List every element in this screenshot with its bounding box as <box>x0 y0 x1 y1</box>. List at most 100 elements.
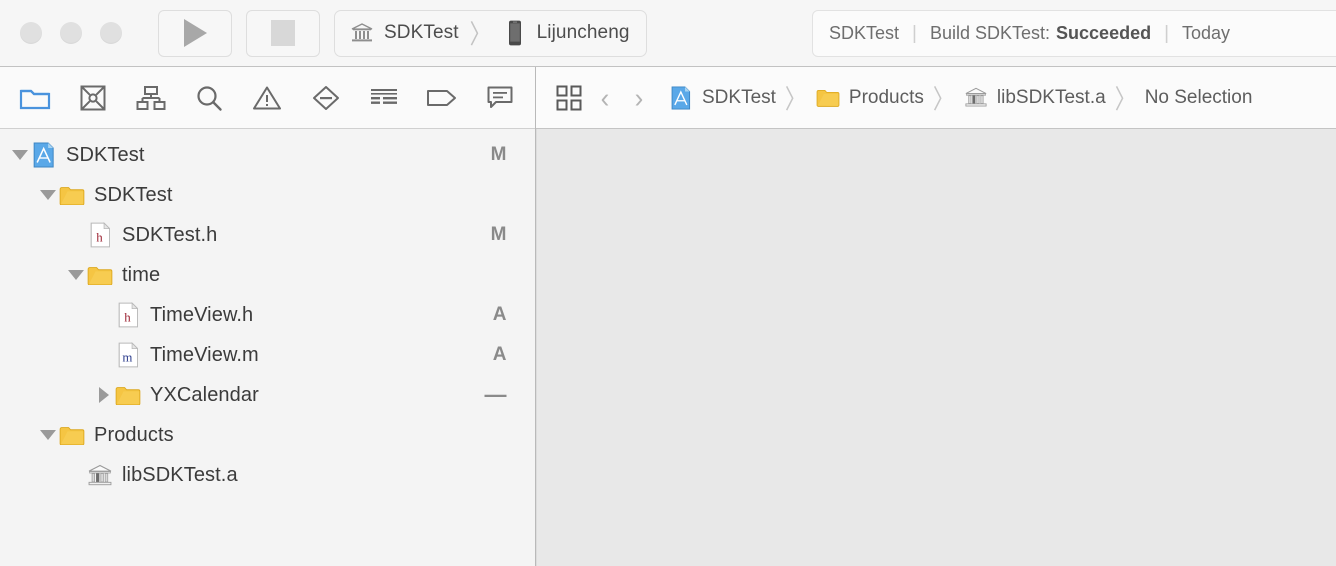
play-icon <box>183 19 207 47</box>
breadcrumb-item[interactable]: No Selection <box>1145 87 1253 109</box>
tree-row[interactable]: Products <box>0 415 535 455</box>
header-file-icon: h <box>86 221 114 249</box>
tree-row-label: SDKTest <box>94 183 173 206</box>
tree-row-label: TimeView.h <box>150 303 254 326</box>
run-stop-group <box>158 9 320 57</box>
disclosure-triangle-open-icon[interactable] <box>10 135 30 175</box>
minimize-button[interactable] <box>60 22 82 44</box>
disclosure-triangle-open-icon[interactable] <box>38 175 58 215</box>
iphone-device-icon <box>502 20 528 46</box>
run-button[interactable] <box>158 9 232 57</box>
tree-row[interactable]: m TimeView.m A <box>0 335 535 375</box>
tree-row-label: Products <box>94 423 174 446</box>
editor-panel: ‹ › SDKTest 〉 Products 〉 libSDKTest.a 〉 No Sel… <box>536 67 1336 566</box>
status-badge: A <box>492 344 507 365</box>
breadcrumb-label: SDKTest <box>702 86 776 108</box>
library-icon <box>963 85 989 111</box>
disclosure-triangle-closed-icon[interactable] <box>94 375 114 415</box>
status-divider-2: | <box>1164 22 1170 44</box>
tree-row-label: TimeView.m <box>150 343 259 366</box>
tree-row-label: time <box>122 263 161 286</box>
xcode-project-icon <box>30 141 58 169</box>
xcode-project-icon <box>668 85 694 111</box>
back-button[interactable]: ‹ <box>588 79 622 117</box>
forward-button[interactable]: › <box>622 79 656 117</box>
svg-text:h: h <box>124 310 131 324</box>
breadcrumb: SDKTest 〉 Products 〉 libSDKTest.a 〉 No Selecti… <box>668 83 1253 114</box>
tree-row[interactable]: SDKTest M <box>0 135 535 175</box>
folder-icon <box>86 261 114 289</box>
tree-row[interactable]: time <box>0 255 535 295</box>
zoom-button[interactable] <box>100 22 122 44</box>
status-badge: — <box>484 382 507 407</box>
scheme-selector[interactable]: SDKTest 〉 Lijuncheng <box>334 9 647 57</box>
folder-icon <box>114 381 142 409</box>
status-activity-prefix: Build SDKTest: <box>929 23 1051 43</box>
xcode-window: SDKTest 〉 Lijuncheng SDKTest | Build SDK… <box>0 0 1336 566</box>
sidebar-item-project-navigator[interactable] <box>15 78 55 118</box>
stop-button[interactable] <box>246 9 320 57</box>
status-timestamp: Today <box>1182 23 1231 43</box>
library-icon <box>86 461 114 489</box>
navigator-tab-bar <box>0 67 535 129</box>
sidebar-item-test-navigator[interactable] <box>306 78 346 118</box>
tree-row-label: SDKTest.h <box>122 223 218 246</box>
window-controls <box>0 22 122 44</box>
activity-status-bar[interactable]: SDKTest | Build SDKTest: Succeeded | Tod… <box>812 10 1336 57</box>
navigator-panel: SDKTest M SDKTest h SDKTest.h Mtime h TimeView.… <box>0 67 536 566</box>
sidebar-item-debug-navigator[interactable] <box>364 78 404 118</box>
window-toolbar: SDKTest 〉 Lijuncheng SDKTest | Build SDK… <box>0 0 1336 67</box>
tree-row[interactable]: h TimeView.h A <box>0 295 535 335</box>
status-badge: A <box>492 304 507 325</box>
svg-text:m: m <box>122 350 132 364</box>
sidebar-item-issue-navigator[interactable] <box>247 78 287 118</box>
breadcrumb-item[interactable]: Products <box>815 85 924 111</box>
chevron-left-icon: ‹ <box>600 81 610 114</box>
method-file-icon: m <box>114 341 142 369</box>
header-file-icon: h <box>114 301 142 329</box>
breadcrumb-separator: 〉 <box>932 85 954 114</box>
breadcrumb-label: libSDKTest.a <box>996 86 1106 108</box>
status-badge: M <box>490 224 507 245</box>
scheme-project-name: SDKTest <box>384 22 459 43</box>
status-activity-result: Succeeded <box>1056 23 1152 43</box>
breadcrumb-item[interactable]: SDKTest <box>668 85 776 111</box>
svg-text:h: h <box>96 230 103 244</box>
folder-icon <box>58 181 86 209</box>
editor-content-area[interactable] <box>536 129 1336 566</box>
sidebar-item-breakpoint-navigator[interactable] <box>422 78 462 118</box>
status-project-name: SDKTest <box>829 23 900 43</box>
related-items-icon[interactable] <box>550 79 588 117</box>
sidebar-item-find-navigator[interactable] <box>189 78 229 118</box>
tree-row[interactable]: YXCalendar — <box>0 375 535 415</box>
status-divider-1: | <box>912 22 917 44</box>
sidebar-item-report-navigator[interactable] <box>480 78 520 118</box>
folder-icon <box>815 85 841 111</box>
close-button[interactable] <box>20 22 42 44</box>
project-file-tree: SDKTest M SDKTest h SDKTest.h Mtime h TimeView.… <box>0 129 535 566</box>
tree-row[interactable]: libSDKTest.a <box>0 455 535 495</box>
sidebar-item-symbol-navigator[interactable] <box>131 78 171 118</box>
tree-row-label: libSDKTest.a <box>122 463 238 486</box>
chevron-right-icon: › <box>634 81 644 114</box>
status-badge: M <box>490 144 507 165</box>
breadcrumb-separator: 〉 <box>784 85 806 114</box>
disclosure-triangle-open-icon[interactable] <box>38 415 58 455</box>
breadcrumb-separator: 〉 <box>1114 85 1136 114</box>
scheme-device-name: Lijuncheng <box>536 22 630 43</box>
breadcrumb-label: No Selection <box>1144 86 1253 108</box>
tree-row-label: YXCalendar <box>150 383 259 406</box>
sidebar-item-source-control-navigator[interactable] <box>73 78 113 118</box>
tree-row[interactable]: h SDKTest.h M <box>0 215 535 255</box>
stop-icon <box>271 20 295 46</box>
disclosure-triangle-open-icon[interactable] <box>66 255 86 295</box>
tree-row-label: SDKTest <box>66 143 145 166</box>
folder-icon <box>58 421 86 449</box>
tree-row[interactable]: SDKTest <box>0 175 535 215</box>
breadcrumb-item[interactable]: libSDKTest.a <box>963 85 1106 111</box>
breadcrumb-label: Products <box>848 86 924 108</box>
